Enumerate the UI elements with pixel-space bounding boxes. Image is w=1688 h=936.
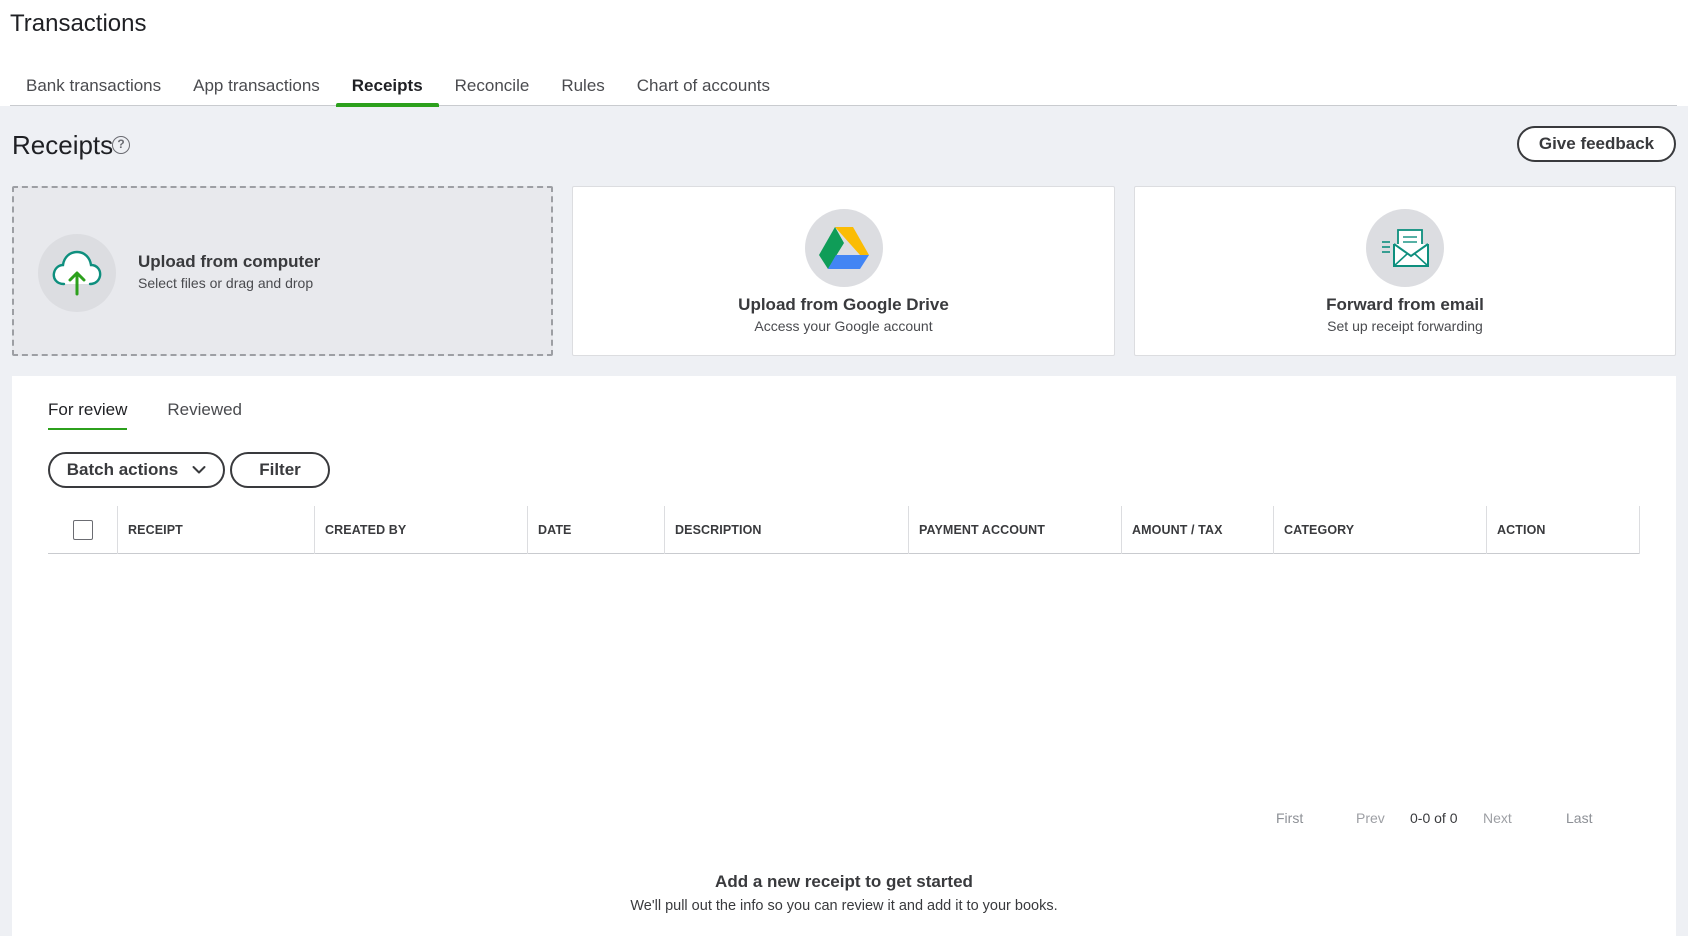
pagination: First Prev 0-0 of 0 Next Last xyxy=(12,810,1676,830)
gdrive-title: Upload from Google Drive xyxy=(738,295,949,314)
tab-bank-transactions[interactable]: Bank transactions xyxy=(10,70,177,106)
empty-state-subtitle: We'll pull out the info so you can revie… xyxy=(630,898,1058,914)
header: Transactions Bank transactions App trans… xyxy=(0,0,1688,107)
give-feedback-button[interactable]: Give feedback xyxy=(1517,126,1676,162)
pager-info: 0-0 of 0 xyxy=(1410,810,1458,826)
column-header-category[interactable]: CATEGORY xyxy=(1274,506,1487,554)
upload-computer-title: Upload from computer xyxy=(138,252,321,271)
batch-actions-label: Batch actions xyxy=(66,460,179,479)
pager-first[interactable]: First xyxy=(1276,810,1303,826)
tab-rules[interactable]: Rules xyxy=(545,70,620,106)
email-subtitle: Set up receipt forwarding xyxy=(1327,318,1483,334)
upload-from-computer-card[interactable]: Upload from computer Select files or dra… xyxy=(12,186,553,356)
page-title: Transactions xyxy=(10,10,147,37)
tab-chart-of-accounts[interactable]: Chart of accounts xyxy=(621,70,786,106)
select-all-checkbox[interactable] xyxy=(72,520,93,540)
empty-state: Add a new receipt to get started We'll p… xyxy=(12,872,1676,914)
tab-reviewed[interactable]: Reviewed xyxy=(167,400,242,430)
select-all-cell xyxy=(48,506,118,554)
column-header-description[interactable]: DESCRIPTION xyxy=(665,506,909,554)
tab-reconcile[interactable]: Reconcile xyxy=(439,70,546,106)
tab-for-review[interactable]: For review xyxy=(48,400,128,430)
receipts-title: Receipts xyxy=(12,130,114,160)
chevron-down-icon xyxy=(192,466,206,474)
table-header: RECEIPT CREATED BY DATE DESCRIPTION PAYM… xyxy=(48,506,1640,554)
column-header-created-by[interactable]: CREATED BY xyxy=(315,506,528,554)
main-tabs: Bank transactions App transactions Recei… xyxy=(10,70,1677,107)
upload-computer-subtitle: Select files or drag and drop xyxy=(138,275,314,291)
gdrive-subtitle: Access your Google account xyxy=(754,318,933,334)
email-title: Forward from email xyxy=(1326,295,1484,314)
forward-from-email-card[interactable]: Forward from email Set up receipt forwar… xyxy=(1134,186,1676,356)
empty-state-title: Add a new receipt to get started xyxy=(715,872,973,891)
pager-next[interactable]: Next xyxy=(1483,810,1512,826)
column-header-amount-tax[interactable]: AMOUNT / TAX xyxy=(1122,506,1274,554)
google-drive-icon xyxy=(804,209,883,287)
help-icon[interactable]: ? xyxy=(112,136,130,154)
column-header-action[interactable]: ACTION xyxy=(1487,506,1640,554)
column-header-date[interactable]: DATE xyxy=(528,506,665,554)
review-tabs: For review Reviewed xyxy=(48,400,242,430)
upload-from-google-drive-card[interactable]: Upload from Google Drive Access your Goo… xyxy=(572,186,1115,356)
column-header-payment-account[interactable]: PAYMENT ACCOUNT xyxy=(909,506,1122,554)
batch-actions-button[interactable]: Batch actions xyxy=(48,452,225,488)
pager-last[interactable]: Last xyxy=(1566,810,1592,826)
filter-button[interactable]: Filter xyxy=(230,452,330,488)
cloud-upload-icon xyxy=(38,234,116,312)
receipts-panel: For review Reviewed Batch actions Filter… xyxy=(12,376,1676,936)
pager-prev[interactable]: Prev xyxy=(1356,810,1385,826)
email-envelope-icon xyxy=(1366,209,1444,287)
tab-receipts[interactable]: Receipts xyxy=(335,70,439,107)
tab-app-transactions[interactable]: App transactions xyxy=(177,70,336,106)
column-header-receipt[interactable]: RECEIPT xyxy=(118,506,315,554)
